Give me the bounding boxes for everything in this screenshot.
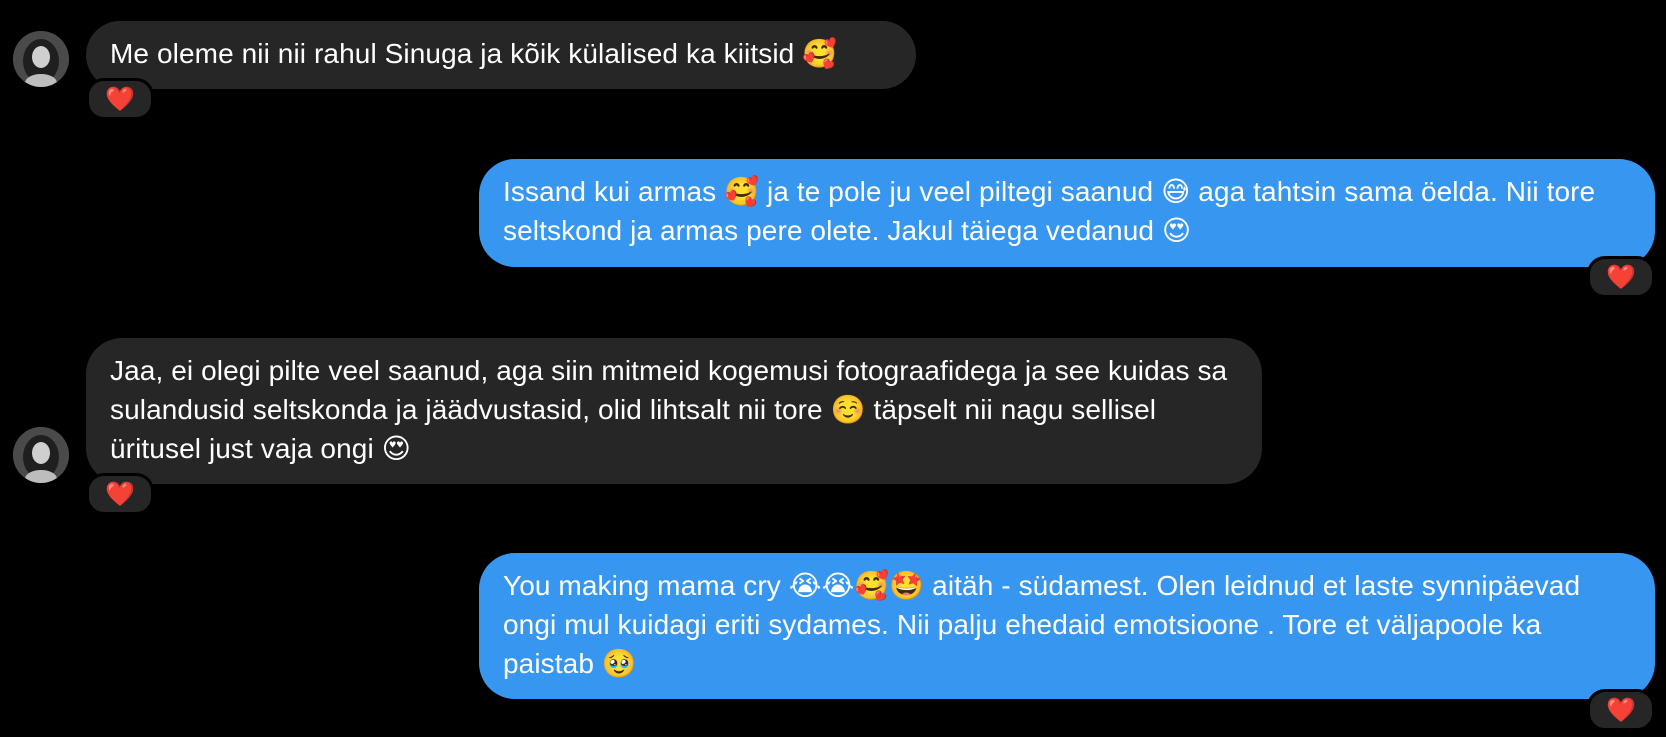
reaction-badge[interactable]: ❤️ xyxy=(86,473,154,515)
red-heart-icon: ❤️ xyxy=(105,85,135,113)
reaction-badge[interactable]: ❤️ xyxy=(1587,689,1655,731)
red-heart-icon: ❤️ xyxy=(105,480,135,508)
red-heart-icon: ❤️ xyxy=(1606,696,1636,724)
contact-avatar[interactable] xyxy=(13,31,69,87)
contact-avatar[interactable] xyxy=(13,427,69,483)
message-thread[interactable]: Me oleme nii nii rahul Sinuga ja kõik kü… xyxy=(0,0,1666,737)
red-heart-icon: ❤️ xyxy=(1606,263,1636,291)
avatar-photo xyxy=(13,427,69,483)
message-bubble-outgoing[interactable]: You making mama cry 😭😭🥰🤩 aitäh - südames… xyxy=(479,553,1655,699)
message-bubble-incoming[interactable]: Jaa, ei olegi pilte veel saanud, aga sii… xyxy=(86,338,1262,484)
message-bubble-incoming[interactable]: Me oleme nii nii rahul Sinuga ja kõik kü… xyxy=(86,21,916,89)
message-bubble-outgoing[interactable]: Issand kui armas 🥰 ja te pole ju veel pi… xyxy=(479,159,1655,267)
avatar-photo xyxy=(13,31,69,87)
reaction-badge[interactable]: ❤️ xyxy=(1587,256,1655,298)
reaction-badge[interactable]: ❤️ xyxy=(86,78,154,120)
